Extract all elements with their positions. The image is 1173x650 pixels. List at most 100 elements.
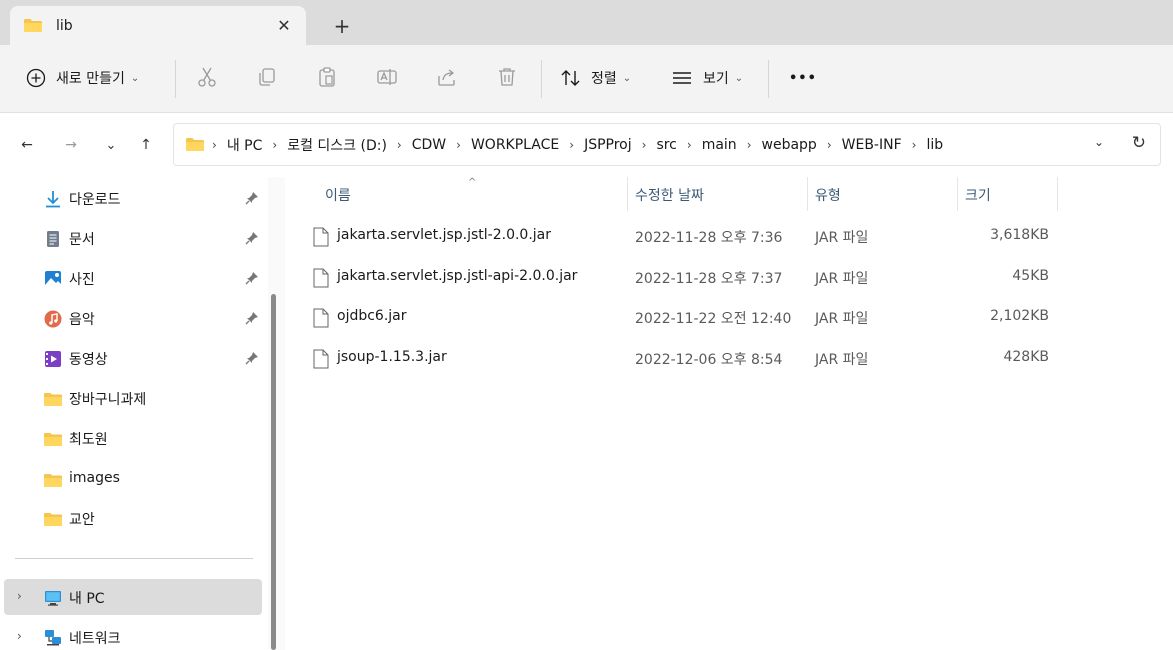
sidebar-item-label: 음악	[69, 312, 95, 328]
file-date: 2022-11-28 오후 7:37	[635, 271, 783, 287]
breadcrumb-item[interactable]: 내 PC	[227, 135, 263, 155]
new-button[interactable]: 새로 만들기 ⌄	[26, 63, 139, 93]
breadcrumb-item[interactable]: CDW	[412, 137, 446, 153]
breadcrumb-item[interactable]: webapp	[762, 137, 817, 153]
sidebar-item-folder[interactable]: 교안	[0, 500, 262, 536]
breadcrumb-item[interactable]: WEB-INF	[842, 137, 902, 153]
column-divider[interactable]	[1057, 177, 1058, 211]
column-header-size[interactable]: 크기	[965, 185, 991, 207]
table-row[interactable]: jakarta.servlet.jsp.jstl-api-2.0.0.jar 2…	[285, 258, 1173, 298]
chevron-right-icon: ›	[396, 137, 402, 152]
view-button[interactable]: 보기 ⌄	[671, 63, 743, 93]
file-list: ^ 이름 수정한 날짜 유형 크기 jakarta.servlet.jsp.js…	[285, 177, 1173, 650]
sidebar-item-folder[interactable]: 장바구니과제	[0, 380, 262, 416]
pin-icon[interactable]	[245, 271, 259, 285]
column-header-date[interactable]: 수정한 날짜	[635, 185, 704, 207]
sidebar-item-label: 장바구니과제	[69, 392, 147, 408]
pin-icon[interactable]	[245, 351, 259, 365]
toolbar-divider	[541, 60, 542, 98]
breadcrumb-item[interactable]: 로컬 디스크 (D:)	[287, 135, 387, 155]
table-row[interactable]: ojdbc6.jar 2022-11-22 오전 12:40 JAR 파일 2,…	[285, 298, 1173, 338]
folder-icon	[44, 393, 62, 406]
breadcrumb-item[interactable]: lib	[926, 137, 943, 153]
column-divider[interactable]	[807, 177, 808, 211]
pin-icon[interactable]	[245, 231, 259, 245]
sort-label: 정렬	[591, 71, 617, 87]
copy-icon[interactable]	[255, 65, 279, 89]
chevron-down-icon: ⌄	[622, 72, 632, 84]
file-type: JAR 파일	[815, 271, 869, 287]
folder-icon	[44, 433, 62, 446]
file-size: 428KB	[1003, 349, 1049, 365]
pc-icon	[45, 591, 61, 606]
new-button-label: 새로 만들기	[56, 71, 125, 87]
close-tab-icon[interactable]: ✕	[274, 15, 294, 35]
tab-title: lib	[56, 17, 73, 34]
file-icon	[313, 268, 329, 288]
sidebar-item-folder[interactable]: images	[0, 461, 262, 497]
chevron-down-icon: ⌄	[734, 72, 744, 84]
address-bar[interactable]: › 내 PC › 로컬 디스크 (D:) › CDW › WORKPLACE ›…	[173, 123, 1161, 166]
cut-icon[interactable]	[195, 65, 219, 89]
up-button[interactable]: ↑	[134, 133, 158, 157]
new-tab-button[interactable]: +	[330, 14, 354, 38]
folder-icon	[186, 138, 204, 151]
sidebar-item-label: 최도원	[69, 432, 108, 448]
sort-button[interactable]: 정렬 ⌄	[560, 63, 631, 93]
sidebar-item-folder[interactable]: 최도원	[0, 420, 262, 456]
sidebar-item-label: 동영상	[69, 352, 108, 368]
delete-icon[interactable]	[495, 65, 519, 89]
sidebar-item-videos[interactable]: 동영상	[0, 340, 262, 376]
expand-chevron-icon[interactable]: ›	[17, 629, 22, 643]
sidebar-item-downloads[interactable]: 다운로드	[0, 180, 262, 216]
pin-icon[interactable]	[245, 311, 259, 325]
file-size: 3,618KB	[990, 227, 1049, 243]
more-options-button[interactable]: •••	[789, 63, 817, 93]
table-row[interactable]: jsoup-1.15.3.jar 2022-12-06 오후 8:54 JAR …	[285, 339, 1173, 379]
breadcrumb-item[interactable]: JSPProj	[584, 137, 632, 153]
pin-icon[interactable]	[245, 191, 259, 205]
chevron-right-icon: ›	[911, 137, 917, 152]
file-date: 2022-11-22 오전 12:40	[635, 311, 792, 327]
pictures-icon	[45, 271, 61, 287]
file-icon	[313, 349, 329, 369]
forward-button[interactable]: →	[59, 133, 83, 157]
column-header-name[interactable]: 이름	[325, 185, 351, 207]
tab-lib[interactable]: lib ✕	[10, 6, 306, 45]
breadcrumb-item[interactable]: src	[656, 137, 676, 153]
address-dropdown-button[interactable]: ⌄	[1094, 135, 1104, 149]
sidebar-item-music[interactable]: 음악	[0, 300, 262, 336]
chevron-right-icon: ›	[272, 137, 278, 152]
file-name: jakarta.servlet.jsp.jstl-api-2.0.0.jar	[337, 268, 578, 284]
breadcrumb-item[interactable]: main	[702, 137, 737, 153]
music-icon	[44, 310, 62, 328]
file-size: 45KB	[1012, 268, 1049, 284]
chevron-right-icon: ›	[746, 137, 752, 152]
breadcrumb-item[interactable]: WORKPLACE	[471, 137, 559, 153]
column-divider[interactable]	[627, 177, 628, 211]
file-icon	[313, 308, 329, 328]
sidebar-item-documents[interactable]: 문서	[0, 220, 262, 256]
chevron-right-icon: ›	[826, 137, 832, 152]
sidebar-scrollbar-thumb[interactable]	[271, 294, 276, 650]
file-size: 2,102KB	[990, 308, 1049, 324]
column-header-type[interactable]: 유형	[815, 185, 841, 207]
view-list-icon	[673, 72, 691, 84]
sidebar-item-network[interactable]: › 네트워크	[0, 619, 262, 650]
recent-locations-button[interactable]: ⌄	[99, 133, 123, 157]
sort-ascending-icon: ^	[468, 177, 477, 188]
chevron-right-icon: ›	[686, 137, 692, 152]
column-divider[interactable]	[957, 177, 958, 211]
sidebar-item-this-pc[interactable]: › 내 PC	[4, 579, 262, 615]
share-icon[interactable]	[435, 65, 459, 89]
folder-icon	[24, 19, 42, 32]
expand-chevron-icon[interactable]: ›	[17, 589, 22, 603]
table-row[interactable]: jakarta.servlet.jsp.jstl-2.0.0.jar 2022-…	[285, 217, 1173, 257]
refresh-button[interactable]: ↻	[1132, 133, 1146, 153]
paste-icon[interactable]	[315, 65, 339, 89]
rename-icon[interactable]	[375, 65, 399, 89]
navigation-pane: 다운로드 문서 사진 음악 동영상 장바구니과제 최도원 images 교안 ›	[0, 177, 268, 650]
sidebar-item-pictures[interactable]: 사진	[0, 260, 262, 296]
chevron-right-icon: ›	[212, 137, 217, 152]
back-button[interactable]: ←	[15, 133, 39, 157]
